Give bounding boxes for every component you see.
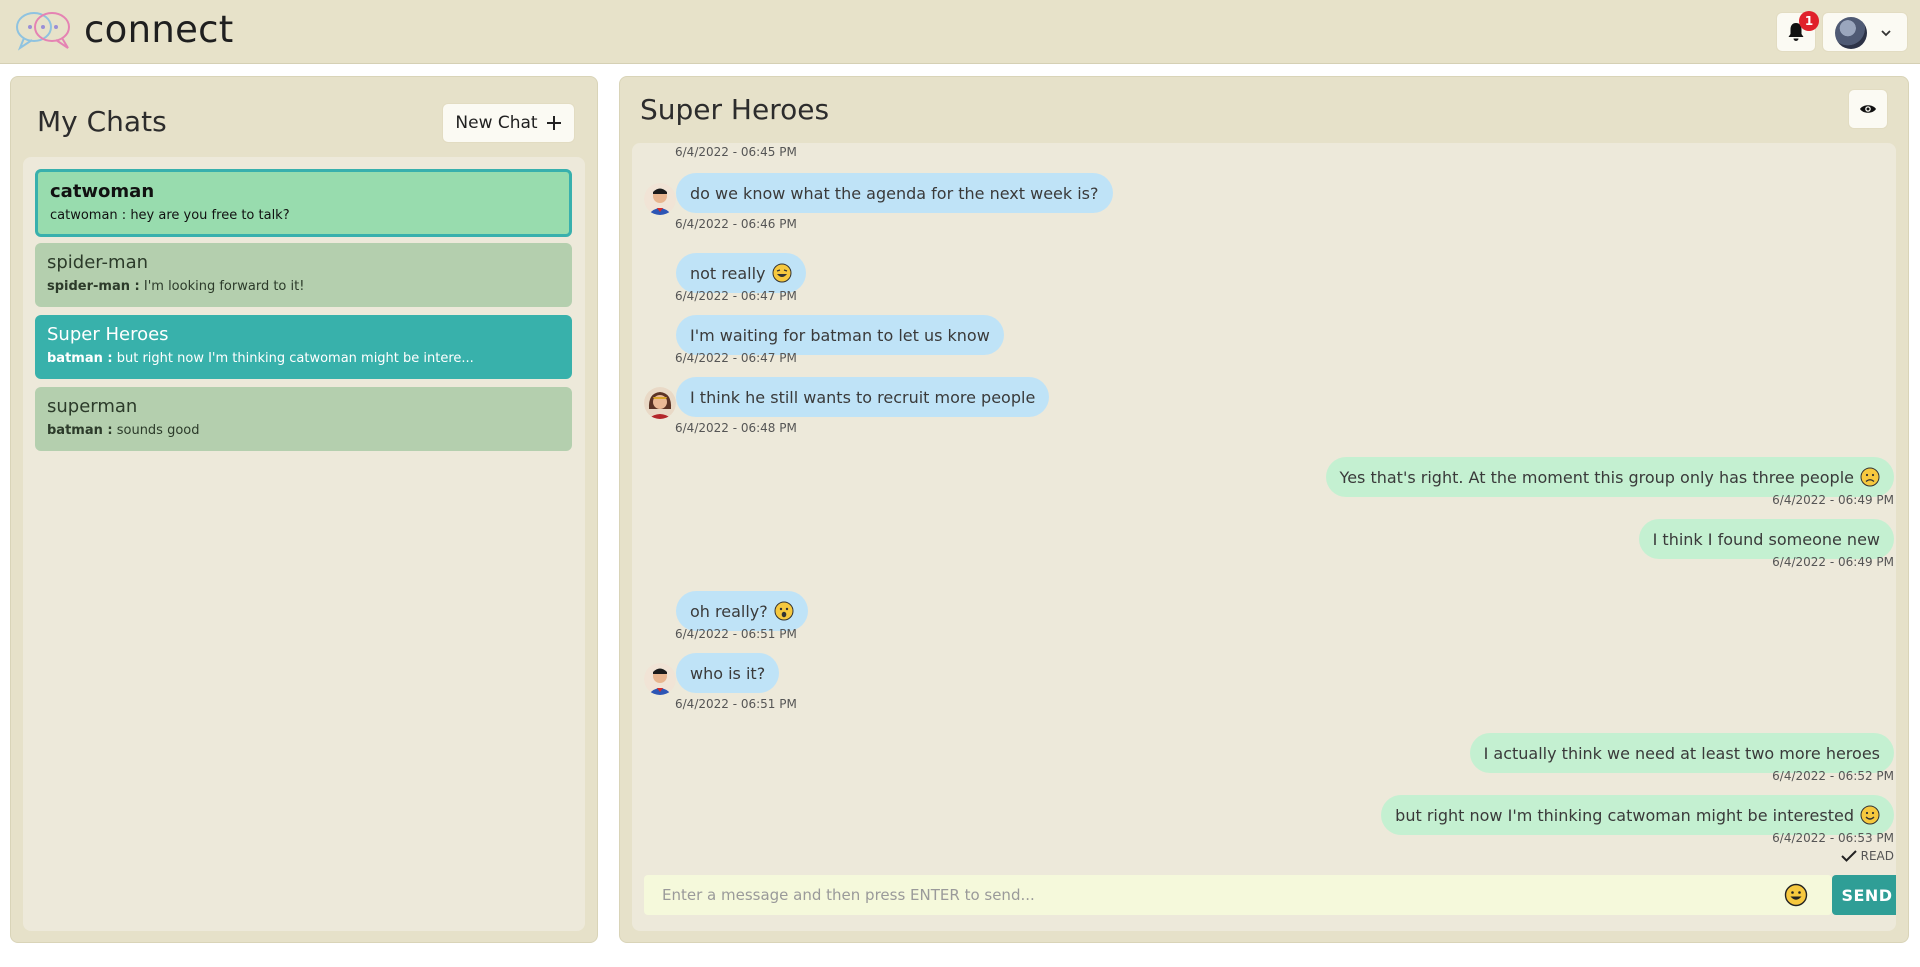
message-bubble: I think I found someone new — [1638, 519, 1894, 559]
message-time: 6/4/2022 - 06:46 PM — [675, 217, 797, 231]
messages-list[interactable]: 6/4/2022 - 06:45 PM do we know what the … — [632, 143, 1896, 931]
chat-item-spider-man[interactable]: spider-man spider-man : I'm looking forw… — [35, 243, 572, 307]
chat-list: catwoman catwoman : hey are you free to … — [23, 157, 585, 931]
avatar — [644, 663, 676, 695]
message-bubble: oh really? — [676, 591, 808, 631]
message-time: 6/4/2022 - 06:49 PM — [1772, 555, 1894, 569]
brand-name: connect — [84, 8, 234, 51]
message-bubble: who is it? — [676, 653, 780, 693]
avatar — [644, 183, 676, 215]
message-bubble: Yes that's right. At the moment this gro… — [1325, 457, 1894, 497]
chat-item-name: catwoman — [50, 181, 155, 202]
chat-item-superman[interactable]: superman batman : sounds good — [35, 387, 572, 451]
message-composer — [644, 875, 1832, 915]
notification-badge: 1 — [1799, 11, 1819, 31]
message-bubble: but right now I'm thinking catwoman migh… — [1381, 795, 1894, 835]
message-time: 6/4/2022 - 06:53 PM — [1772, 831, 1894, 845]
grin-emoji-icon — [772, 263, 792, 283]
chat-item-catwoman[interactable]: catwoman catwoman : hey are you free to … — [35, 169, 572, 237]
message-time: 6/4/2022 - 06:47 PM — [675, 351, 797, 365]
send-button[interactable]: SEND — [1832, 875, 1896, 915]
check-icon — [1840, 850, 1857, 862]
message-time: 6/4/2022 - 06:45 PM — [675, 145, 797, 159]
plus-icon — [546, 116, 561, 130]
read-label: READ — [1860, 849, 1894, 863]
message-time: 6/4/2022 - 06:51 PM — [675, 627, 797, 641]
new-chat-label: New Chat — [455, 113, 538, 133]
message-input[interactable] — [644, 875, 1774, 915]
my-chats-title: My Chats — [37, 105, 167, 138]
message-time: 6/4/2022 - 06:47 PM — [675, 289, 797, 303]
chat-item-preview: batman : sounds good — [47, 423, 200, 438]
surprised-emoji-icon — [774, 601, 794, 621]
avatar — [644, 387, 676, 419]
chat-item-name: spider-man — [47, 252, 149, 273]
message-time: 6/4/2022 - 06:51 PM — [675, 697, 797, 711]
eye-icon — [1860, 105, 1876, 113]
chat-item-preview: batman : but right now I'm thinking catw… — [47, 351, 474, 366]
chat-item-name: Super Heroes — [47, 324, 169, 345]
message-bubble: I think he still wants to recruit more p… — [676, 377, 1050, 417]
notifications-button[interactable]: 1 — [1776, 11, 1819, 52]
top-navbar: connect 1 — [0, 0, 1920, 64]
chat-item-name: superman — [47, 396, 138, 417]
message-bubble: not really — [676, 253, 806, 293]
message-time: 6/4/2022 - 06:49 PM — [1772, 493, 1894, 507]
chat-item-preview: catwoman : hey are you free to talk? — [50, 208, 290, 223]
message-bubble: I actually think we need at least two mo… — [1469, 733, 1894, 773]
frown-emoji-icon — [1860, 467, 1880, 487]
message-time: 6/4/2022 - 06:48 PM — [675, 421, 797, 435]
avatar — [1835, 17, 1867, 49]
view-details-button[interactable] — [1848, 89, 1888, 129]
chat-item-super-heroes[interactable]: Super Heroes batman : but right now I'm … — [35, 315, 572, 379]
smile-emoji-icon — [1860, 805, 1880, 825]
message-time: 6/4/2022 - 06:52 PM — [1772, 769, 1894, 783]
conversation-panel: Super Heroes 6/4/2022 - 06:45 PM do we k… — [619, 76, 1909, 943]
chevron-down-icon — [1881, 30, 1891, 37]
message-bubble: do we know what the agenda for the next … — [676, 173, 1113, 213]
conversation-title: Super Heroes — [640, 93, 830, 126]
profile-menu-button[interactable] — [1822, 12, 1908, 52]
emoji-icon[interactable] — [1784, 883, 1808, 907]
read-receipt: READ — [1840, 849, 1894, 863]
chat-item-preview: spider-man : I'm looking forward to it! — [47, 279, 305, 294]
logo-chat-bubbles-icon — [16, 12, 70, 51]
chats-panel: My Chats New Chat catwoman catwoman : he… — [10, 76, 598, 943]
new-chat-button[interactable]: New Chat — [442, 103, 575, 143]
message-bubble: I'm waiting for batman to let us know — [676, 315, 1004, 355]
